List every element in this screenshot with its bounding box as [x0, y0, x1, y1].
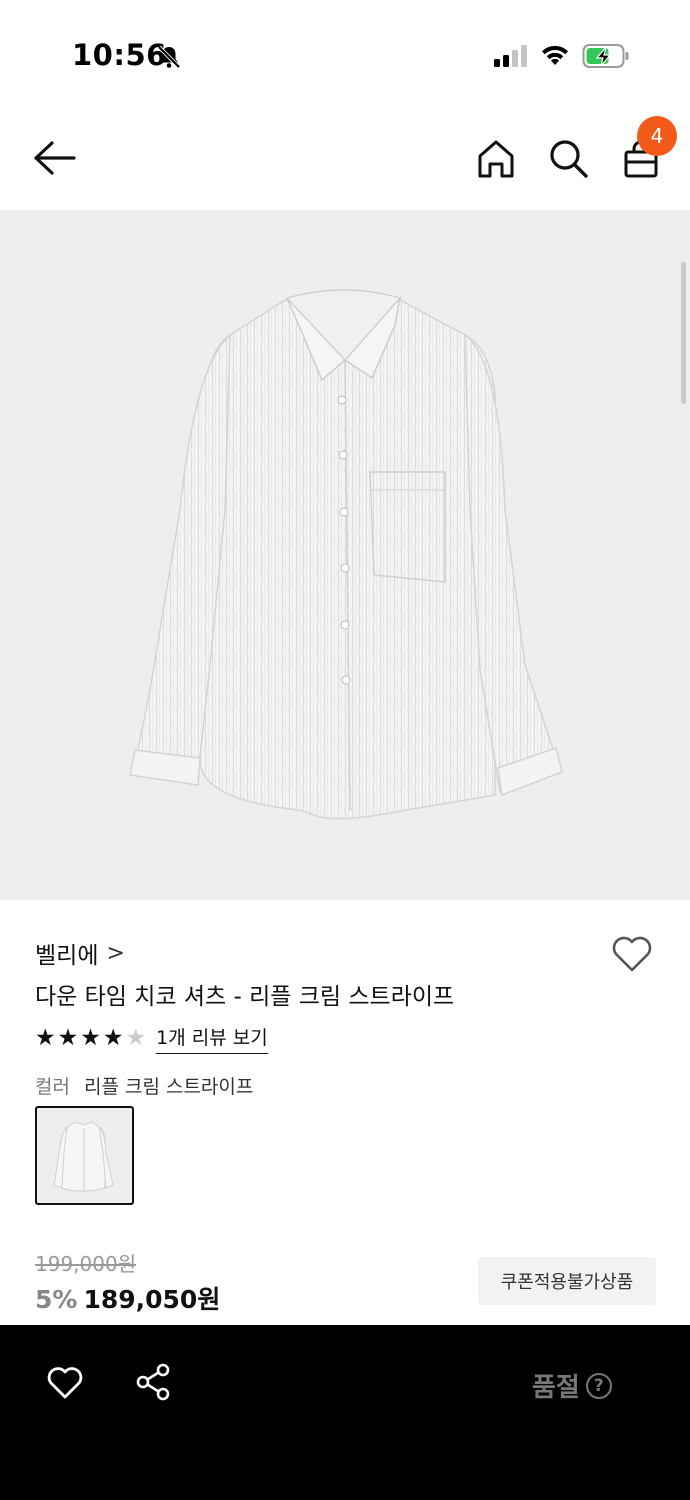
color-swatch-selected[interactable]	[35, 1106, 134, 1205]
wifi-icon	[542, 45, 568, 65]
rating-row: ★ ★ ★ ★ ★ 1개 리뷰 보기	[35, 1023, 268, 1054]
star-filled-icon: ★	[80, 1025, 101, 1051]
shirt-thumbnail	[53, 1121, 114, 1192]
color-value: 리플 크림 스트라이프	[83, 1076, 254, 1098]
battery-charging-icon	[582, 44, 629, 68]
brand-name: 벨리에	[35, 943, 99, 969]
cart-count-badge: 4	[637, 116, 677, 156]
star-empty-icon: ★	[125, 1025, 147, 1051]
help-icon[interactable]: ?	[585, 1372, 612, 1399]
review-link[interactable]: 1개 리뷰 보기	[156, 1023, 268, 1054]
search-icon[interactable]	[546, 136, 590, 180]
soldout-label: 품절	[532, 1373, 580, 1403]
price-row: 5% 189,050원	[35, 1280, 220, 1316]
star-filled-icon: ★	[102, 1025, 124, 1051]
heart-icon[interactable]	[46, 1365, 84, 1401]
discount-rate: 5%	[35, 1285, 78, 1314]
product-name: 다운 타임 치코 셔츠 - 리플 크림 스트라이프	[35, 984, 455, 1010]
original-price: 199,000원	[35, 1252, 137, 1276]
soldout-button[interactable]: 품절 ?	[532, 1367, 612, 1404]
home-icon[interactable]	[474, 138, 518, 180]
star-filled-icon: ★	[57, 1025, 79, 1051]
star-filled-icon: ★	[35, 1025, 56, 1051]
shirt-illustration	[129, 289, 563, 820]
color-row: 컬러 리플 크림 스트라이프	[35, 1072, 253, 1099]
brand-link[interactable]: 벨리에 >	[35, 936, 125, 970]
heart-icon[interactable]	[610, 934, 654, 974]
sale-price: 189,050원	[83, 1285, 221, 1314]
signal-icon	[494, 45, 527, 67]
navigation-bar	[0, 110, 690, 210]
rating-stars: ★ ★ ★ ★ ★	[35, 1027, 146, 1050]
status-time: 10:56	[72, 38, 167, 72]
arrow-left-icon[interactable]	[32, 138, 78, 178]
product-image[interactable]	[0, 210, 690, 900]
bell-muted-icon	[157, 45, 181, 69]
bottom-action-bar: 품절 ?	[0, 1325, 690, 1500]
color-label: 컬러	[35, 1076, 70, 1098]
share-icon[interactable]	[135, 1363, 171, 1401]
coupon-unavailable-badge: 쿠폰적용불가상품	[478, 1257, 656, 1305]
status-bar: 10:56	[0, 0, 690, 110]
scrollbar-thumb[interactable]	[681, 262, 686, 404]
chevron-right-icon: >	[106, 940, 125, 966]
product-info: 벨리에 > 다운 타임 치코 셔츠 - 리플 크림 스트라이프 ★ ★ ★ ★ ★ 1개…	[0, 900, 690, 1325]
